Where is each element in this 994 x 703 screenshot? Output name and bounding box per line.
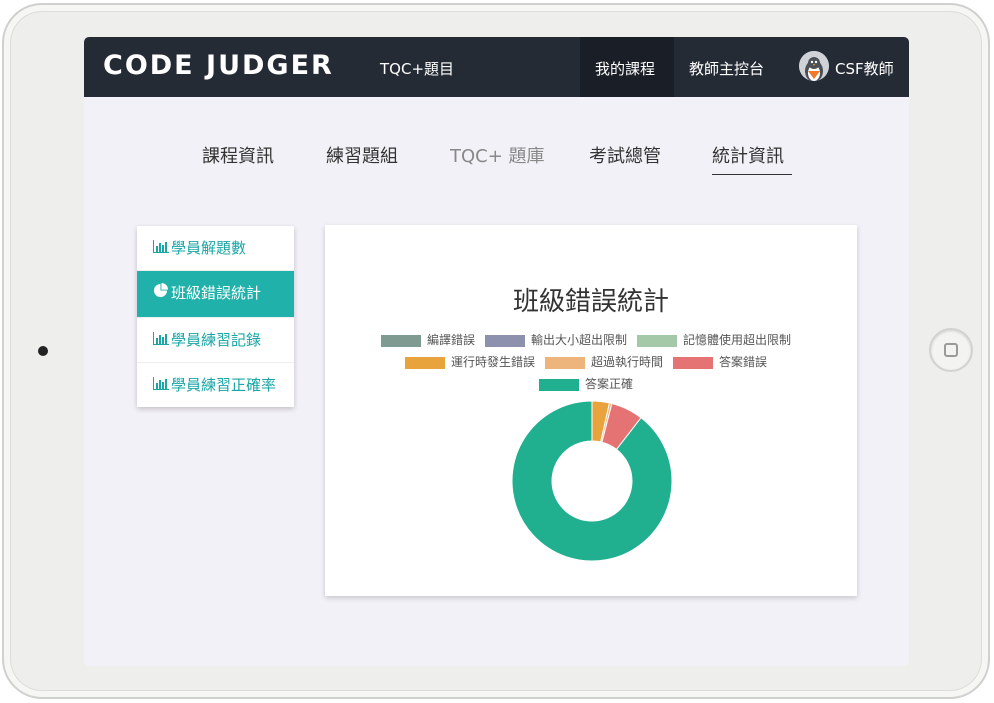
active-tab-underline <box>712 174 792 175</box>
app-screen: CODE JUDGER TQC+題目 我的課程 教師主控台 CSF教師 課程資訊… <box>84 37 909 666</box>
top-navbar: CODE JUDGER TQC+題目 我的課程 教師主控台 CSF教師 <box>84 37 909 97</box>
sidebar-item-solved-count[interactable]: 學員解題數 <box>137 226 294 271</box>
tab-tqc-bank[interactable]: TQC+ 題庫 <box>450 142 545 168</box>
stats-sidebar: 學員解題數 班級錯誤統計 學員練習記錄 學員練習正確率 <box>137 226 294 407</box>
tab-course-info[interactable]: 課程資訊 <box>202 142 274 168</box>
course-tabs: 課程資訊 練習題組 TQC+ 題庫 考試總管 統計資訊 <box>84 142 909 182</box>
nav-teacher-console[interactable]: 教師主控台 <box>689 58 764 79</box>
tab-statistics[interactable]: 統計資訊 <box>712 142 784 168</box>
tab-exam-management[interactable]: 考試總管 <box>589 142 661 168</box>
bar-chart-icon <box>153 328 171 352</box>
sidebar-item-label: 學員練習記錄 <box>171 331 262 349</box>
donut-slice[interactable] <box>511 400 673 562</box>
brand-logo[interactable]: CODE JUDGER <box>103 50 334 81</box>
home-button[interactable] <box>929 328 973 372</box>
camera-dot <box>38 346 48 356</box>
user-avatar[interactable] <box>799 51 829 81</box>
sidebar-item-accuracy[interactable]: 學員練習正確率 <box>137 363 294 407</box>
bar-chart-icon <box>153 236 171 260</box>
donut-chart <box>511 400 673 562</box>
nav-user-name[interactable]: CSF教師 <box>835 58 894 79</box>
sidebar-item-practice-records[interactable]: 學員練習記錄 <box>137 318 294 363</box>
sidebar-item-label: 班級錯誤統計 <box>171 284 262 302</box>
nav-my-courses[interactable]: 我的課程 <box>595 58 655 79</box>
bar-chart-icon <box>153 373 171 397</box>
nav-tqc-link[interactable]: TQC+題目 <box>380 58 454 79</box>
pie-chart-icon <box>153 281 171 305</box>
chart-card: 班級錯誤統計 編譯錯誤 輸出大小超出限制 記憶體使用超出限制 運行時發生錯誤 超過執行時… <box>325 225 857 596</box>
sidebar-item-label: 學員解題數 <box>171 239 247 257</box>
penguin-avatar-icon <box>799 51 829 81</box>
sidebar-item-class-errors[interactable]: 班級錯誤統計 <box>137 271 294 318</box>
sidebar-item-label: 學員練習正確率 <box>171 376 277 394</box>
tab-practice-sets[interactable]: 練習題組 <box>326 142 398 168</box>
